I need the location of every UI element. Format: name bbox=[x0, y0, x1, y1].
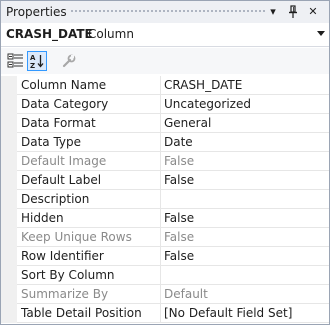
property-value[interactable]: [No Default Field Set] bbox=[164, 306, 292, 320]
property-row[interactable]: Default Label False bbox=[1, 171, 329, 190]
column-divider[interactable] bbox=[160, 171, 161, 190]
property-name: Data Type bbox=[21, 135, 82, 149]
property-name: Table Detail Position bbox=[21, 306, 142, 320]
column-divider[interactable] bbox=[160, 285, 161, 304]
row-gutter bbox=[1, 209, 17, 228]
row-gutter bbox=[1, 152, 17, 171]
property-name: Default Image bbox=[21, 154, 107, 168]
auto-hide-pin-icon[interactable] bbox=[285, 4, 301, 20]
drag-grip[interactable] bbox=[70, 9, 267, 14]
column-divider[interactable] bbox=[160, 133, 161, 152]
row-gutter bbox=[1, 304, 17, 323]
property-row[interactable]: Hidden False bbox=[1, 209, 329, 228]
column-divider[interactable] bbox=[160, 152, 161, 171]
row-gutter bbox=[1, 76, 17, 95]
property-value: Default bbox=[164, 287, 208, 301]
properties-toolbar: A Z bbox=[1, 48, 329, 74]
property-name: Keep Unique Rows bbox=[21, 230, 132, 244]
property-pages-button[interactable] bbox=[59, 51, 79, 71]
property-row[interactable]: Table Detail Position [No Default Field S… bbox=[1, 304, 329, 323]
row-gutter bbox=[1, 171, 17, 190]
window-position-dropdown-icon[interactable]: ▾ bbox=[265, 4, 281, 20]
categorized-icon bbox=[7, 53, 23, 68]
property-value[interactable]: Date bbox=[164, 135, 193, 149]
object-type: Column bbox=[88, 27, 134, 41]
column-divider[interactable] bbox=[160, 209, 161, 228]
property-name: Default Label bbox=[21, 173, 102, 187]
property-value[interactable]: CRASH_DATE bbox=[164, 78, 242, 92]
alphabetical-button[interactable]: A Z bbox=[27, 51, 47, 71]
column-divider[interactable] bbox=[160, 95, 161, 114]
categorized-button[interactable] bbox=[6, 51, 26, 71]
title-bar: Properties ▾ ✕ bbox=[1, 1, 329, 23]
alphabetical-icon: A Z bbox=[30, 54, 44, 70]
row-gutter bbox=[1, 133, 17, 152]
property-value[interactable]: Uncategorized bbox=[164, 97, 251, 111]
property-row[interactable]: Data Format General bbox=[1, 114, 329, 133]
column-divider[interactable] bbox=[160, 190, 161, 209]
property-name: Data Format bbox=[21, 116, 96, 130]
property-name: Hidden bbox=[21, 211, 64, 225]
property-row[interactable]: Default Image False bbox=[1, 152, 329, 171]
row-gutter bbox=[1, 95, 17, 114]
property-row[interactable]: Keep Unique Rows False bbox=[1, 228, 329, 247]
svg-text:A: A bbox=[30, 54, 36, 62]
column-divider[interactable] bbox=[160, 228, 161, 247]
property-name: Summarize By bbox=[21, 287, 109, 301]
object-name: CRASH_DATE bbox=[6, 27, 93, 41]
property-name: Sort By Column bbox=[21, 268, 115, 282]
column-divider[interactable] bbox=[160, 114, 161, 133]
property-value[interactable]: False bbox=[164, 249, 194, 263]
chevron-down-icon[interactable] bbox=[317, 31, 325, 36]
property-value[interactable]: False bbox=[164, 211, 194, 225]
property-value[interactable]: General bbox=[164, 116, 211, 130]
pin-icon bbox=[289, 5, 297, 18]
property-row[interactable]: Sort By Column bbox=[1, 266, 329, 285]
wrench-icon bbox=[62, 54, 76, 68]
svg-text:Z: Z bbox=[30, 62, 35, 70]
panel-title: Properties bbox=[6, 5, 67, 19]
property-value: False bbox=[164, 154, 195, 168]
property-name: Description bbox=[21, 192, 90, 206]
close-icon[interactable]: ✕ bbox=[305, 4, 321, 20]
property-value: False bbox=[164, 230, 195, 244]
property-name: Row Identifier bbox=[21, 249, 104, 263]
row-gutter bbox=[1, 190, 17, 209]
property-row[interactable]: Summarize By Default bbox=[1, 285, 329, 304]
object-selector[interactable]: CRASH_DATE Column bbox=[1, 24, 329, 47]
property-row[interactable]: Row Identifier False bbox=[1, 247, 329, 266]
property-value[interactable]: False bbox=[164, 173, 194, 187]
property-row[interactable]: Data Type Date bbox=[1, 133, 329, 152]
column-divider[interactable] bbox=[160, 76, 161, 95]
column-divider[interactable] bbox=[160, 247, 161, 266]
row-gutter bbox=[1, 114, 17, 133]
row-gutter bbox=[1, 247, 17, 266]
property-row[interactable]: Data Category Uncategorized bbox=[1, 95, 329, 114]
properties-window: Properties ▾ ✕ CRASH_DATE Column A Z Col… bbox=[0, 0, 330, 325]
column-divider[interactable] bbox=[160, 304, 161, 323]
property-name: Data Category bbox=[21, 97, 109, 111]
row-gutter bbox=[1, 228, 17, 247]
row-gutter bbox=[1, 266, 17, 285]
column-divider[interactable] bbox=[160, 266, 161, 285]
property-name: Column Name bbox=[21, 78, 107, 92]
row-gutter bbox=[1, 285, 17, 304]
property-row[interactable]: Column Name CRASH_DATE bbox=[1, 76, 329, 95]
property-row[interactable]: Description bbox=[1, 190, 329, 209]
property-grid: Column Name CRASH_DATE Data Category Uncate… bbox=[1, 76, 329, 323]
